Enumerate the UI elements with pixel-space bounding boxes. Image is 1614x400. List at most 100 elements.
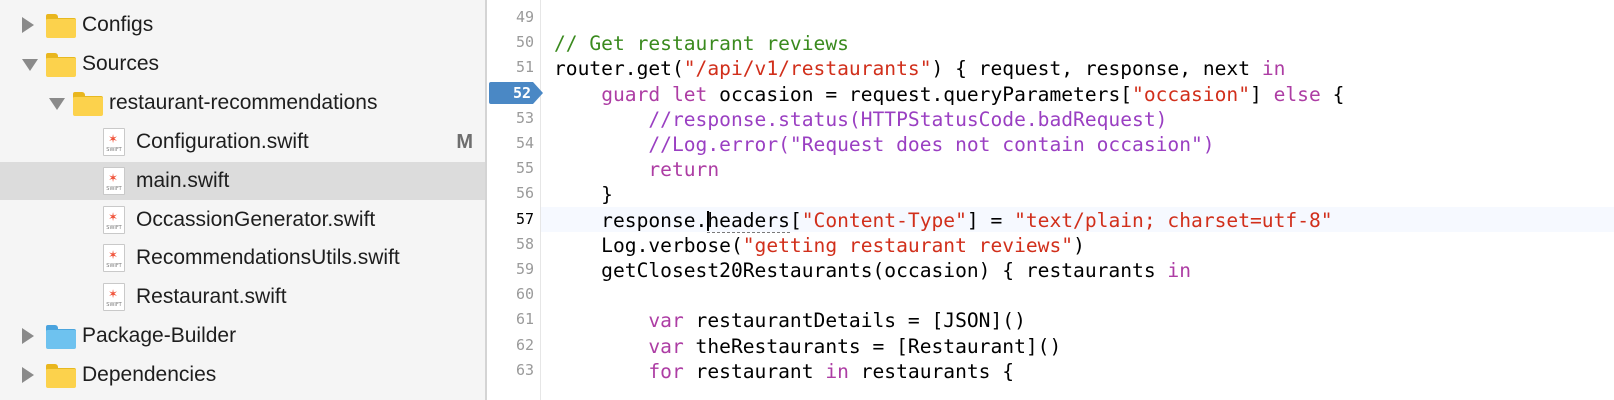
navigator-item-label: Sources — [82, 52, 160, 75]
line-number: 60 — [515, 285, 534, 303]
folder-icon — [46, 14, 76, 38]
navigator-folder-row[interactable]: Sources — [0, 45, 485, 83]
code-token: } — [554, 183, 613, 206]
navigator-file-row[interactable]: ✶ SWIFT OccassionGenerator.swift — [0, 201, 485, 239]
code-token: restaurants { — [848, 360, 1015, 383]
code-token: ) — [1073, 234, 1085, 257]
code-token: restaurantDetails = [JSON]() — [683, 309, 1026, 332]
code-line[interactable]: // Get restaurant reviews — [554, 31, 849, 56]
code-line[interactable]: } — [554, 182, 613, 207]
navigator-file-row[interactable]: ✶ SWIFT main.swift — [0, 162, 485, 200]
folder-icon — [73, 92, 103, 116]
code-line[interactable]: var theRestaurants = [Restaurant]() — [554, 334, 1061, 359]
swift-file-icon: ✶ SWIFT — [103, 206, 125, 234]
swift-file-icon: ✶ SWIFT — [103, 244, 125, 272]
code-token: theRestaurants = [Restaurant]() — [683, 335, 1062, 358]
line-number: 56 — [515, 184, 534, 202]
navigator-item-label: Dependencies — [82, 363, 217, 386]
disclosure-open-icon[interactable] — [49, 98, 65, 110]
navigator-file-row[interactable]: ✶ SWIFT Restaurant.swift — [0, 278, 485, 316]
scm-modified-badge: M — [456, 131, 473, 153]
code-token: { — [1320, 83, 1345, 106]
line-number: 55 — [515, 159, 534, 177]
code-line[interactable]: var restaurantDetails = [JSON]() — [554, 308, 1026, 333]
code-token: getClosest20Restaurants(occasion) { rest… — [554, 259, 1168, 282]
disclosure-closed-icon[interactable] — [22, 17, 34, 33]
code-token: [ — [789, 209, 802, 232]
line-number: 58 — [515, 235, 534, 253]
code-token: var — [648, 335, 684, 358]
code-token: ) { request, response, next — [931, 57, 1262, 80]
code-token: "getting restaurant reviews" — [742, 234, 1074, 257]
breakpoint-line-number: 52 — [512, 84, 531, 102]
folder-icon — [46, 53, 76, 77]
navigator-folder-row[interactable]: restaurant-recommendations — [0, 84, 485, 122]
code-line[interactable]: for restaurant in restaurants { — [554, 359, 1014, 384]
line-number: 57 — [515, 210, 534, 228]
code-token: ] — [1250, 83, 1274, 106]
navigator-folder-row[interactable]: Package-Builder — [0, 317, 485, 355]
code-line[interactable]: response.headers["Content-Type"] = "text… — [554, 208, 1333, 233]
navigator-folder-row[interactable]: Configs — [0, 6, 485, 44]
code-token: "Content-Type" — [801, 209, 967, 232]
code-token: "/api/v1/restaurants" — [683, 57, 932, 80]
code-token: "occasion" — [1132, 83, 1250, 106]
line-number: 62 — [515, 336, 534, 354]
code-line[interactable]: guard let occasion = request.queryParame… — [554, 82, 1344, 107]
code-token: restaurant — [683, 360, 826, 383]
swift-file-icon: ✶ SWIFT — [103, 283, 125, 311]
navigator-item-label: Package-Builder — [82, 324, 237, 347]
project-navigator: Configs Sources restaurant-recommendations… — [0, 0, 485, 400]
navigator-item-label: restaurant-recommendations — [109, 91, 378, 114]
navigator-item-label: Configuration.swift — [136, 130, 309, 153]
code-token: response. — [554, 209, 708, 232]
line-number: 53 — [515, 109, 534, 127]
code-token: Log.verbose( — [554, 234, 743, 257]
swift-file-icon: ✶ SWIFT — [103, 167, 125, 195]
code-token: in — [1261, 57, 1286, 80]
navigator-item-label: OccassionGenerator.swift — [136, 208, 376, 231]
code-token: in — [825, 360, 849, 383]
folder-icon — [46, 325, 76, 349]
line-number: 59 — [515, 260, 534, 278]
code-token: // Get restaurant reviews — [554, 32, 849, 55]
disclosure-open-icon[interactable] — [22, 59, 38, 71]
disclosure-closed-icon[interactable] — [22, 367, 34, 383]
source-editor[interactable]: 49 50 51 53 54 55 56 57 58 59 60 61 62 63 52 // Get r… — [487, 0, 1614, 400]
navigator-file-row[interactable]: ✶ SWIFT Configuration.swift M — [0, 123, 485, 161]
navigator-item-label: Configs — [82, 13, 154, 36]
navigator-folder-row[interactable]: Dependencies — [0, 356, 485, 394]
code-line[interactable]: return — [554, 157, 719, 182]
code-line[interactable]: //response.status(HTTPStatusCode.badRequ… — [554, 107, 1167, 132]
code-token: var — [648, 309, 684, 332]
line-number: 63 — [515, 361, 534, 379]
code-line[interactable]: Log.verbose("getting restaurant reviews"… — [554, 233, 1085, 258]
breakpoint-marker[interactable]: 52 — [489, 82, 543, 104]
code-token: headers — [707, 209, 790, 233]
code-line[interactable]: //Log.error("Request does not contain oc… — [554, 132, 1214, 157]
code-token: ] = — [966, 209, 1015, 232]
code-token: guard let — [601, 83, 708, 106]
navigator-item-label: RecommendationsUtils.swift — [136, 246, 400, 269]
code-token: return — [648, 158, 720, 181]
code-token: router.get( — [554, 57, 684, 80]
line-number: 49 — [515, 8, 534, 26]
line-number: 50 — [515, 33, 534, 51]
line-number-gutter[interactable]: 49 50 51 53 54 55 56 57 58 59 60 61 62 63 — [487, 0, 541, 400]
swift-file-icon: ✶ SWIFT — [103, 128, 125, 156]
line-number: 61 — [515, 310, 534, 328]
code-line[interactable]: getClosest20Restaurants(occasion) { rest… — [554, 258, 1191, 283]
disclosure-closed-icon[interactable] — [22, 328, 34, 344]
code-token: in — [1167, 259, 1192, 282]
folder-icon — [46, 364, 76, 388]
code-line[interactable]: router.get("/api/v1/restaurants") { requ… — [554, 56, 1285, 81]
navigator-file-row[interactable]: ✶ SWIFT RecommendationsUtils.swift — [0, 239, 485, 277]
code-token: //response.status(HTTPStatusCode.badRequ… — [648, 108, 1168, 131]
